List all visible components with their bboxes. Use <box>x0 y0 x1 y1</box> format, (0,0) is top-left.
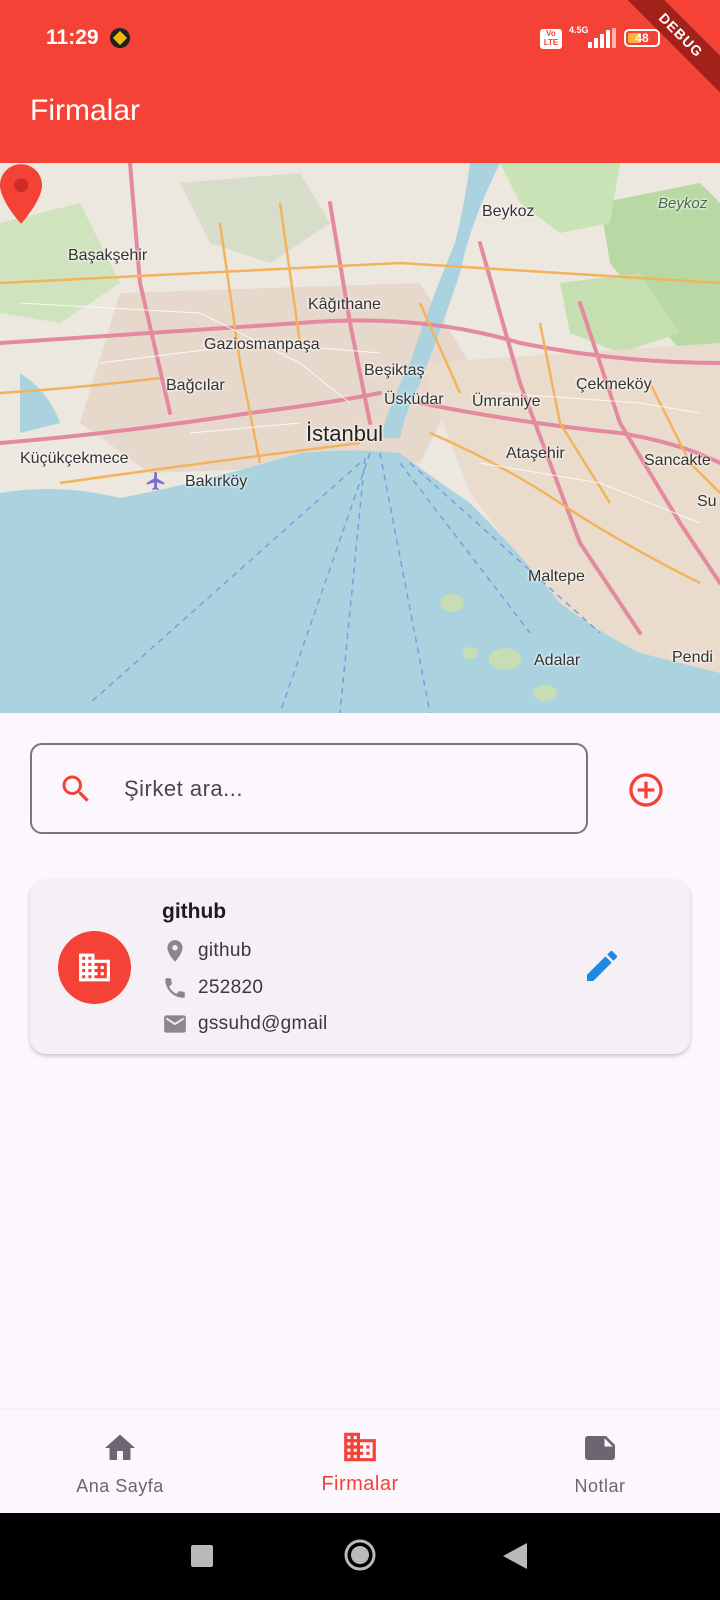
home-icon <box>105 1434 135 1460</box>
home-circle-icon[interactable] <box>343 1538 377 1572</box>
network-type: 4.5G <box>569 25 589 35</box>
company-card[interactable]: github github 252820 gssuhd@gmail <box>30 880 690 1054</box>
map-label-beykoz-forest: Beykoz <box>658 195 708 212</box>
nav-label-companies: Firmalar <box>321 1473 399 1495</box>
binance-icon <box>110 28 130 48</box>
map-label-gaziosmanpasa: Gaziosmanpaşa <box>204 336 320 353</box>
company-email: gssuhd@gmail <box>198 1013 328 1034</box>
map-label-besiktas: Beşiktaş <box>364 362 425 379</box>
volte-label: Vo LTE <box>543 29 559 47</box>
map-label-sancaktepe: Sancakte <box>644 452 711 469</box>
company-address: github <box>198 940 252 961</box>
map-label-uskudar: Üsküdar <box>384 391 444 408</box>
battery-icon: 48 <box>624 29 660 47</box>
app-bar: 11:29 Vo LTE 4.5G 48 DEBUG Firmalar <box>0 0 720 163</box>
phone-icon <box>165 978 185 998</box>
search-field[interactable] <box>30 743 588 834</box>
system-navigation-bar <box>0 1513 720 1600</box>
building-icon <box>79 953 110 982</box>
debug-banner: DEBUG <box>618 0 720 98</box>
signal-icon <box>588 28 616 48</box>
email-icon <box>164 1015 186 1033</box>
company-phone: 252820 <box>198 977 264 998</box>
nav-label-notes: Notlar <box>574 1476 626 1496</box>
map-label-istanbul: İstanbul <box>306 421 384 446</box>
status-time: 11:29 <box>46 26 99 49</box>
map-label-umraniye: Ümraniye <box>472 393 541 410</box>
map-label-sultanbeyli: Su <box>697 493 717 510</box>
map-label-basaksehir: Başakşehir <box>68 247 148 264</box>
page-title: Firmalar <box>30 94 140 127</box>
map-label-kagithane: Kâğıthane <box>308 296 381 313</box>
location-pin-icon[interactable] <box>0 163 42 225</box>
company-name: github <box>162 900 227 923</box>
edit-icon[interactable] <box>582 946 622 986</box>
building-icon <box>344 1432 376 1462</box>
map-label-beykoz: Beykoz <box>482 203 535 220</box>
recent-apps-icon[interactable] <box>191 1545 213 1567</box>
volte-icon: Vo LTE <box>540 29 562 49</box>
map-label-adalar: Adalar <box>534 652 581 669</box>
map-label-pendik: Pendi <box>672 649 713 666</box>
map-label-cekmekoy: Çekmeköy <box>576 376 652 393</box>
battery-level: 48 <box>635 31 649 45</box>
nav-label-home: Ana Sayfa <box>76 1476 164 1496</box>
location-icon <box>167 940 183 962</box>
airplane-icon <box>146 471 165 491</box>
bottom-navigation: Ana Sayfa Firmalar Notlar <box>0 1410 720 1513</box>
nav-item-home[interactable]: Ana Sayfa <box>0 1410 240 1513</box>
note-icon <box>585 1436 615 1460</box>
map-label-maltepe: Maltepe <box>528 568 585 585</box>
map-label-bagcilar: Bağcılar <box>166 377 225 394</box>
search-icon <box>62 775 89 802</box>
map-label-kucukcekmece: Küçükçekmece <box>20 450 129 467</box>
map-label-atasehir: Ataşehir <box>506 445 565 462</box>
back-icon[interactable] <box>503 1543 527 1569</box>
company-avatar <box>58 931 131 1004</box>
nav-item-notes[interactable]: Notlar <box>480 1410 720 1513</box>
add-company-button[interactable] <box>626 770 666 810</box>
nav-item-companies[interactable]: Firmalar <box>240 1410 480 1513</box>
map-view[interactable]: Beykoz Beykoz Başakşehir Kâğıthane Gazio… <box>0 163 720 713</box>
search-input[interactable] <box>124 745 564 832</box>
map-label-bakirkoy: Bakırköy <box>185 473 248 490</box>
